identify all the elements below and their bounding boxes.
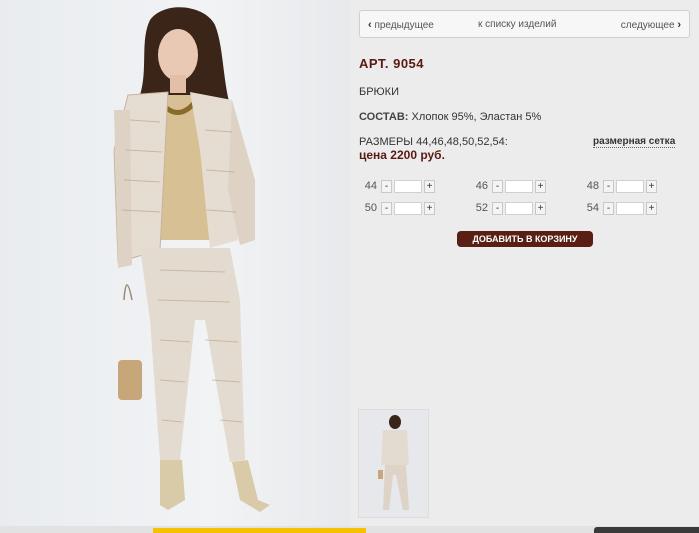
- composition-label: СОСТАВ:: [359, 111, 409, 123]
- increment-button[interactable]: +: [424, 180, 435, 193]
- decrement-button[interactable]: -: [381, 180, 392, 193]
- product-composition: СОСТАВ: Хлопок 95%, Эластан 5%: [359, 111, 541, 123]
- increment-button[interactable]: +: [646, 202, 657, 215]
- next-product-link[interactable]: следующее ›: [621, 19, 681, 31]
- decrement-button[interactable]: -: [603, 180, 614, 193]
- product-type: БРЮКИ: [359, 86, 399, 98]
- size-label: 52: [475, 202, 488, 214]
- size-label: 48: [586, 180, 599, 192]
- decrement-button[interactable]: -: [492, 202, 503, 215]
- quantity-input[interactable]: [394, 180, 422, 193]
- prev-product-link[interactable]: ‹ предыдущее: [368, 19, 434, 31]
- product-thumbnail[interactable]: [358, 409, 429, 518]
- model-illustration: [113, 7, 270, 512]
- quantity-input[interactable]: [394, 202, 422, 215]
- quantity-input[interactable]: [505, 202, 533, 215]
- chevron-left-icon: ‹: [368, 19, 372, 31]
- size-label: 44: [364, 180, 377, 192]
- product-price: цена 2200 руб.: [359, 148, 445, 162]
- increment-button[interactable]: +: [535, 180, 546, 193]
- size-label: 46: [475, 180, 488, 192]
- product-article: АРТ. 9054: [359, 56, 425, 71]
- product-sizes: РАЗМЕРЫ 44,46,48,50,52,54:: [359, 136, 508, 148]
- increment-button[interactable]: +: [424, 202, 435, 215]
- decrement-button[interactable]: -: [603, 202, 614, 215]
- quantity-input[interactable]: [616, 180, 644, 193]
- size-label: 50: [364, 202, 377, 214]
- decrement-button[interactable]: -: [492, 180, 503, 193]
- decrement-button[interactable]: -: [381, 202, 392, 215]
- bottom-highlight-bar: [153, 528, 366, 533]
- add-to-cart-button[interactable]: ДОБАВИТЬ В КОРЗИНУ: [457, 231, 593, 247]
- size-label: 54: [586, 202, 599, 214]
- bottom-panel-tab[interactable]: [594, 527, 699, 533]
- back-to-list-link[interactable]: к списку изделий: [478, 19, 556, 30]
- quantity-input[interactable]: [505, 180, 533, 193]
- product-navigation: ‹ предыдущее к списку изделий следующее …: [359, 10, 690, 38]
- quantity-input[interactable]: [616, 202, 644, 215]
- thumbnail-illustration: [378, 415, 409, 510]
- product-main-photo: [0, 0, 350, 526]
- chevron-right-icon: ›: [677, 19, 681, 31]
- composition-value: Хлопок 95%, Эластан 5%: [411, 111, 542, 123]
- increment-button[interactable]: +: [646, 180, 657, 193]
- increment-button[interactable]: +: [535, 202, 546, 215]
- size-chart-link[interactable]: размерная сетка: [593, 136, 676, 148]
